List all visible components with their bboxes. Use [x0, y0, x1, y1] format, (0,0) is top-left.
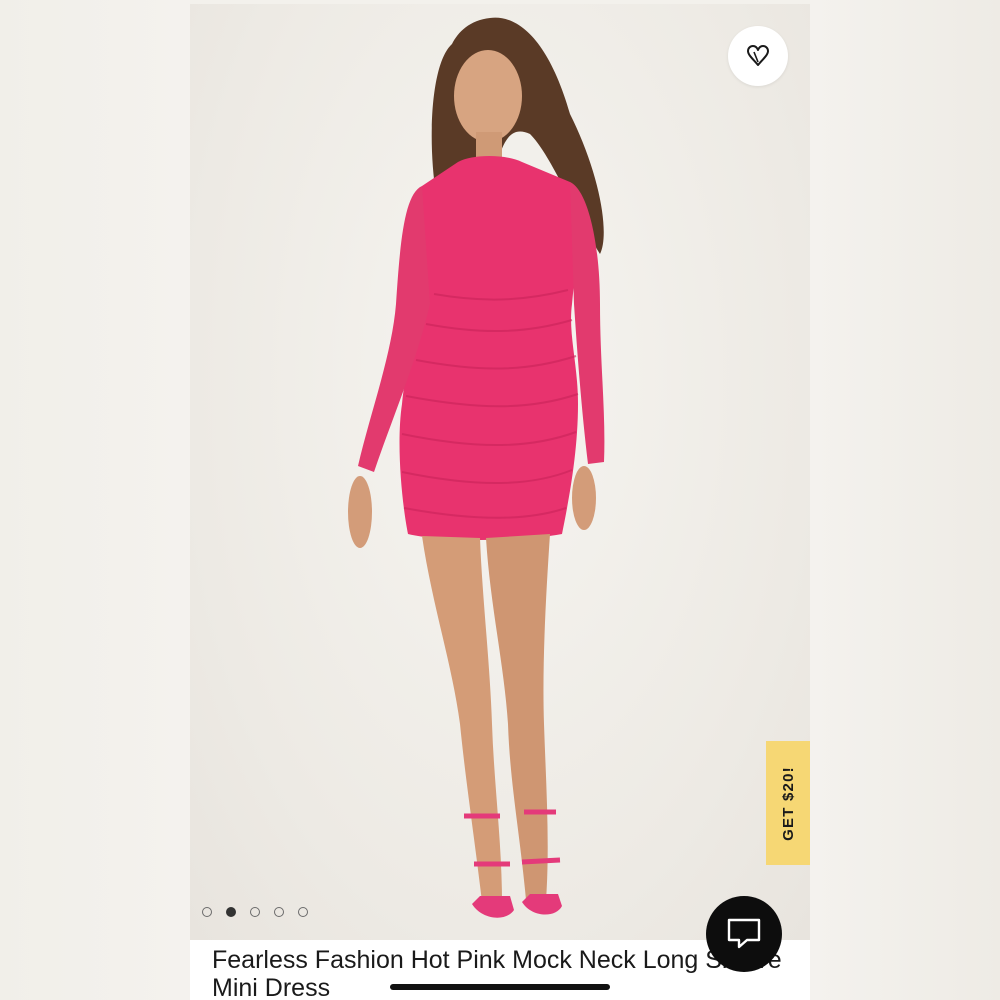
wishlist-button[interactable] — [728, 26, 788, 86]
promo-tab[interactable]: GET $20! — [766, 741, 810, 865]
product-page: GET $20! Fearless Fashion Hot Pink Mock … — [190, 4, 810, 1000]
promo-label: GET $20! — [779, 765, 797, 841]
gallery-dot[interactable] — [202, 907, 212, 917]
heart-icon — [747, 45, 769, 66]
home-indicator[interactable] — [390, 984, 610, 990]
right-backdrop — [810, 0, 1000, 1000]
gallery-dot[interactable] — [298, 907, 308, 917]
product-image[interactable] — [190, 4, 810, 940]
gallery-dot[interactable] — [274, 907, 284, 917]
gallery-dot-active[interactable] — [226, 907, 236, 917]
chat-bubble-icon — [727, 918, 761, 949]
chat-button[interactable] — [706, 896, 782, 972]
gallery-pagination — [202, 907, 308, 917]
gallery-dot[interactable] — [250, 907, 260, 917]
left-backdrop — [0, 0, 190, 1000]
product-title: Fearless Fashion Hot Pink Mock Neck Long… — [212, 946, 782, 1000]
model-illustration — [348, 17, 605, 918]
